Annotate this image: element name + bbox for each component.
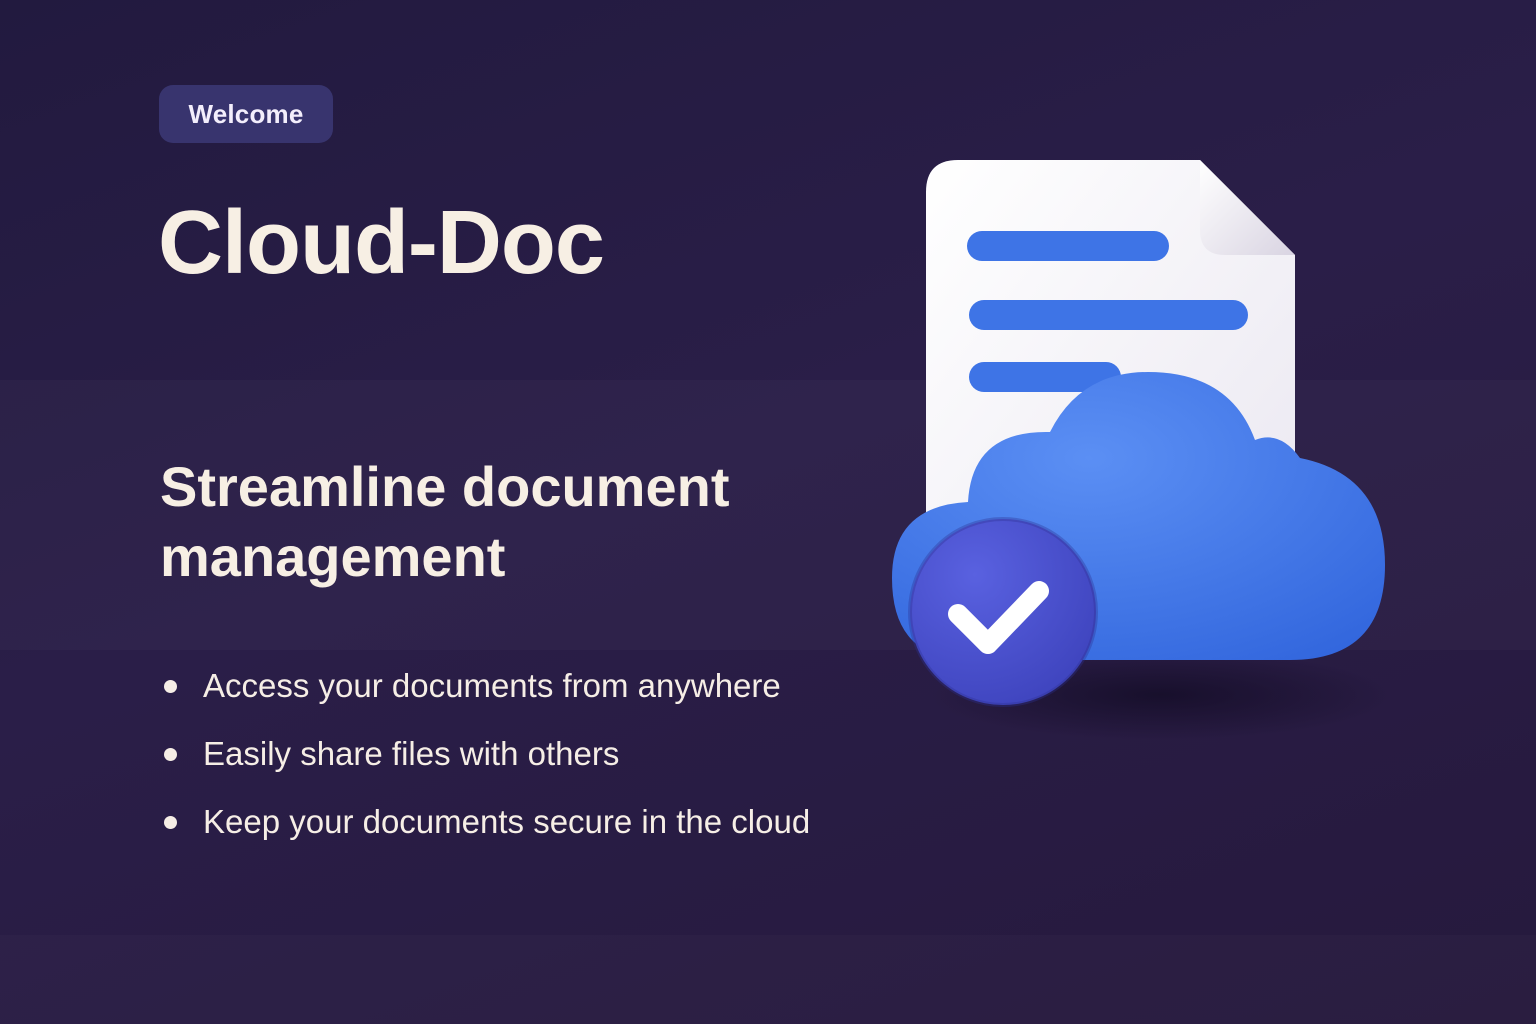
welcome-badge: Welcome (159, 85, 333, 143)
checkmark-icon (908, 517, 1098, 707)
feature-text: Easily share files with others (203, 735, 620, 772)
subtitle: Streamline document management (160, 455, 730, 588)
background-band-bottom (0, 935, 1536, 1024)
feature-text: Access your documents from anywhere (203, 667, 781, 704)
bullet-icon (164, 816, 177, 829)
bullet-icon (164, 748, 177, 761)
feature-item: Access your documents from anywhere (160, 660, 810, 728)
cloud-document-illustration (860, 140, 1420, 780)
feature-text: Keep your documents secure in the cloud (203, 803, 811, 840)
app-title: Cloud-Doc (158, 193, 605, 293)
feature-item: Keep your documents secure in the cloud (160, 796, 810, 864)
bullet-icon (164, 680, 177, 693)
feature-item: Easily share files with others (160, 728, 810, 796)
feature-list: Access your documents from anywhere Easi… (160, 660, 810, 864)
